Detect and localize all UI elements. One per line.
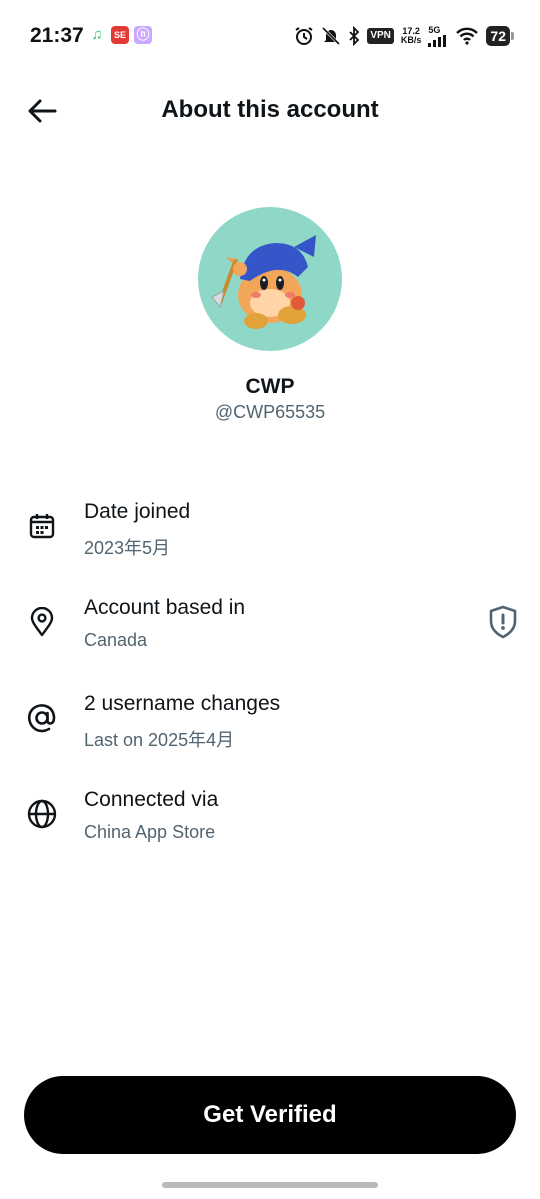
location-pin-icon: [24, 604, 60, 640]
network-type: 5G: [428, 24, 441, 35]
bluetooth-icon: [349, 26, 360, 46]
avatar[interactable]: [198, 207, 342, 351]
network-speed: 17.2 KB/s: [401, 27, 422, 45]
at-sign-icon: [24, 700, 60, 736]
status-icons: VPN 17.2 KB/s 5G 72: [294, 24, 514, 48]
info-subtitle: Last on 2025年4月: [84, 730, 235, 750]
username-handle: @CWP65535: [214, 402, 326, 422]
vpn-badge: VPN: [367, 28, 394, 44]
alarm-icon: [295, 27, 313, 45]
red-app-icon: SE: [111, 26, 129, 44]
battery-indicator: 72: [486, 26, 514, 46]
cell-signal: 5G: [428, 24, 448, 47]
info-row-account-location: Account based in Canada: [0, 592, 540, 662]
avatar-character-image: [211, 235, 316, 329]
info-subtitle: China App Store: [84, 822, 216, 842]
purple-app-icon: ⓝ: [134, 26, 152, 44]
shield-alert-icon[interactable]: [486, 604, 520, 640]
info-row-username-changes: 2 username changes Last on 2025年4月: [0, 688, 540, 758]
page-title: About this account: [161, 96, 379, 123]
info-title: Connected via: [84, 788, 219, 811]
home-indicator[interactable]: [162, 1182, 378, 1188]
display-name: CWP: [245, 375, 295, 398]
info-title: Date joined: [84, 500, 191, 523]
calendar-icon: [24, 508, 60, 544]
wifi-icon: [456, 27, 479, 45]
info-row-date-joined: Date joined 2023年5月: [0, 496, 540, 566]
info-title: Account based in: [84, 596, 246, 619]
info-subtitle: Canada: [84, 630, 148, 650]
mute-bell-icon: [322, 26, 341, 46]
info-subtitle: 2023年5月: [84, 538, 171, 558]
get-verified-button[interactable]: Get Verified: [24, 1076, 516, 1154]
music-app-icon: ♫: [91, 26, 103, 43]
info-title: 2 username changes: [84, 692, 281, 715]
info-row-connected-via: Connected via China App Store: [0, 784, 540, 854]
speed-unit: KB/s: [400, 35, 422, 45]
globe-icon: [24, 796, 60, 832]
status-time: 21:37: [30, 24, 84, 47]
status-bar: 21:37 ♫ SE ⓝ VPN 17.2 KB/s 5G 72: [0, 0, 540, 72]
signal-bars-icon: [428, 34, 447, 47]
